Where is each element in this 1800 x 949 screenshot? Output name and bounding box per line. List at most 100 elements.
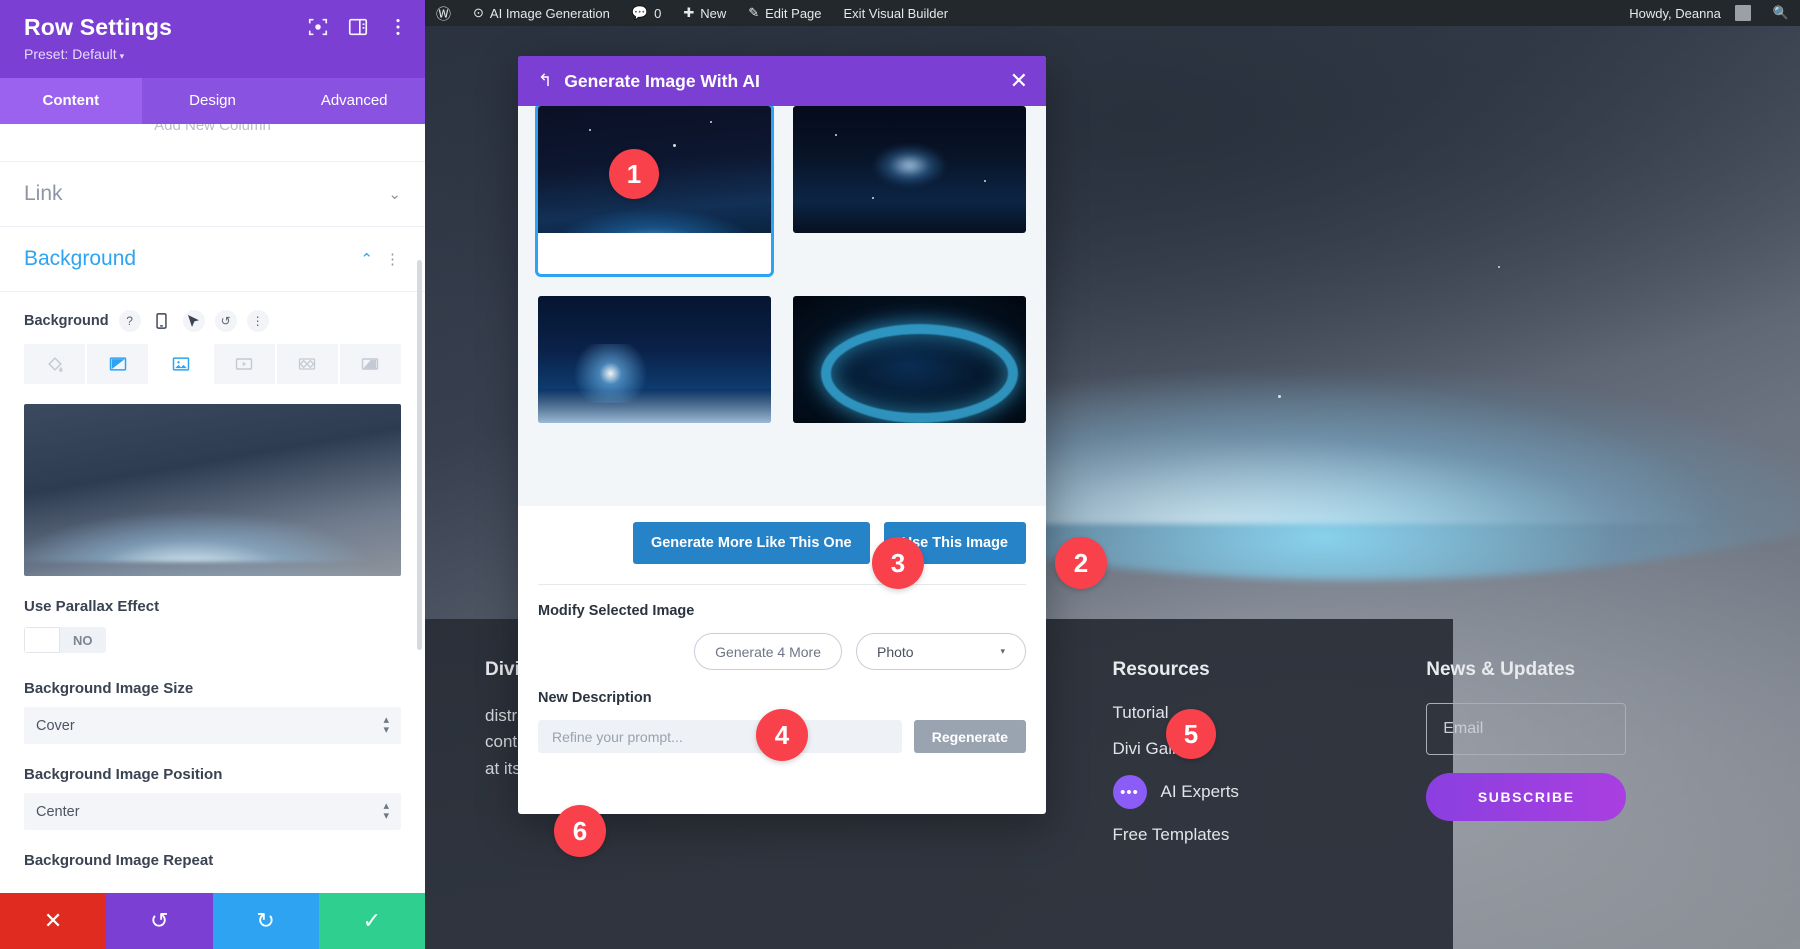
section-link-label: Link xyxy=(24,182,63,205)
background-image-preview[interactable] xyxy=(24,404,401,576)
wp-howdy-label: Howdy, Deanna xyxy=(1629,5,1721,21)
wp-new-content[interactable]: ✚ New xyxy=(672,0,737,26)
settings-footer-actions: ✕ ↺ ↻ ✓ xyxy=(0,893,425,949)
generated-image-1[interactable] xyxy=(535,106,774,277)
section-background[interactable]: Background ⌃ ⋮ xyxy=(0,227,425,292)
add-new-column-row[interactable]: Add New Column xyxy=(0,124,425,162)
wp-edit-page-label: Edit Page xyxy=(765,5,822,21)
generated-image-4[interactable] xyxy=(793,296,1026,423)
chevron-down-icon: ▾ xyxy=(119,51,125,61)
new-description-input[interactable] xyxy=(538,720,902,753)
panel-layout-icon[interactable] xyxy=(347,16,369,38)
cursor-icon[interactable] xyxy=(182,310,205,332)
footer-link-tutorial[interactable]: Tutorial xyxy=(1113,703,1427,723)
footer-resources-title: Resources xyxy=(1112,659,1210,680)
parallax-value: NO xyxy=(73,632,93,648)
settings-header-actions xyxy=(307,16,409,38)
background-type-tabs xyxy=(24,344,402,384)
wordpress-admin-bar: Ⓦ ⊙ AI Image Generation 💬 0 ✚ New ✎ Edit… xyxy=(425,0,1800,26)
footer-link-free-templates[interactable]: Free Templates xyxy=(1113,825,1427,845)
subscribe-button[interactable]: SUBSCRIBE xyxy=(1426,773,1627,821)
preset-label: Preset: Default xyxy=(24,46,117,62)
image-size-select[interactable]: Cover ▴ ▾ xyxy=(24,707,401,744)
more-dots-icon: ••• xyxy=(1112,775,1147,809)
image-thumb xyxy=(538,296,771,423)
modal-primary-actions: Generate More Like This One Use This Ima… xyxy=(518,506,1046,584)
redo-button[interactable]: ↻ xyxy=(212,893,319,949)
wp-howdy[interactable]: Howdy, Deanna xyxy=(1618,0,1762,26)
modify-controls: Generate 4 More Photo ▾ xyxy=(538,633,1026,670)
generate-4-more-button[interactable]: Generate 4 More xyxy=(694,633,842,670)
generate-image-modal: ↰ Generate Image With AI ✕ Generate More… xyxy=(518,56,1046,814)
parallax-toggle[interactable]: NO xyxy=(24,627,106,653)
modal-header: ↰ Generate Image With AI ✕ xyxy=(518,56,1046,106)
footer-link-ai-experts[interactable]: ••• AI Experts xyxy=(1112,775,1427,809)
section-link[interactable]: Link ⌄ xyxy=(0,162,425,227)
parallax-label: Use Parallax Effect xyxy=(24,598,160,615)
more-options-icon[interactable]: ⋮ xyxy=(385,250,401,268)
background-field-label: Background xyxy=(24,313,109,329)
reset-icon[interactable]: ↺ xyxy=(214,310,237,332)
generated-image-2[interactable] xyxy=(793,106,1026,233)
email-input[interactable]: Email xyxy=(1426,703,1627,755)
wp-comments[interactable]: 💬 0 xyxy=(621,0,672,26)
cancel-button[interactable]: ✕ xyxy=(0,893,107,949)
avatar xyxy=(1734,5,1751,21)
preset-selector[interactable]: Preset: Default ▾ xyxy=(24,46,405,62)
wp-search-button[interactable]: 🔍 xyxy=(1762,0,1800,26)
image-size-label: Background Image Size xyxy=(24,680,194,697)
step-badge-1: 1 xyxy=(609,149,659,199)
image-style-value: Photo xyxy=(877,643,914,660)
generated-image-3[interactable] xyxy=(538,296,771,423)
save-button[interactable]: ✓ xyxy=(318,893,425,949)
mobile-icon[interactable] xyxy=(151,310,173,332)
section-background-label: Background xyxy=(24,247,137,270)
chevron-down-icon: ⌄ xyxy=(388,186,401,203)
more-options-icon[interactable]: ⋮ xyxy=(246,310,269,332)
step-badge-2: 2 xyxy=(1055,537,1107,589)
plus-icon: ✚ xyxy=(683,5,695,20)
back-arrow-icon[interactable]: ↰ xyxy=(538,71,552,91)
image-thumb xyxy=(793,106,1026,233)
bg-type-pattern[interactable] xyxy=(276,344,338,384)
wp-account-area: Howdy, Deanna 🔍 xyxy=(1618,0,1800,26)
tab-design[interactable]: Design xyxy=(142,78,284,124)
color-fill-icon xyxy=(47,357,63,372)
help-icon[interactable]: ? xyxy=(118,310,141,332)
image-position-select[interactable]: Center ▴ ▾ xyxy=(24,793,401,830)
image-style-select[interactable]: Photo ▾ xyxy=(856,633,1026,670)
wp-site-name-label: AI Image Generation xyxy=(489,5,610,21)
toggle-knob xyxy=(24,627,60,653)
step-badge-4: 4 xyxy=(756,709,808,761)
mask-icon xyxy=(362,358,379,370)
image-results-grid xyxy=(518,106,1046,506)
bg-type-gradient[interactable] xyxy=(87,344,149,384)
tab-content[interactable]: Content xyxy=(0,78,142,124)
footer-news-title: News & Updates xyxy=(1426,659,1576,680)
close-icon[interactable]: ✕ xyxy=(1010,68,1028,94)
bg-type-color-fill[interactable] xyxy=(24,344,86,384)
settings-scrollbar[interactable] xyxy=(417,260,422,650)
wp-new-label: New xyxy=(700,5,727,21)
bg-type-image[interactable] xyxy=(150,344,212,384)
wp-edit-page[interactable]: ✎ Edit Page xyxy=(737,0,832,26)
regenerate-button[interactable]: Regenerate xyxy=(913,720,1026,753)
settings-tabs: Content Design Advanced xyxy=(0,78,425,124)
screen-root: Divi distracted by the readable content … xyxy=(0,0,1800,949)
wp-exit-visual-builder[interactable]: Exit Visual Builder xyxy=(833,0,960,26)
generate-more-like-this-button[interactable]: Generate More Like This One xyxy=(632,522,870,564)
footer-link-divi-gallery[interactable]: Divi Gallery xyxy=(1113,739,1427,759)
wp-logo-menu[interactable]: Ⓦ xyxy=(425,0,462,26)
select-arrows-icon: ▴ ▾ xyxy=(383,800,389,822)
bg-type-video[interactable] xyxy=(213,344,275,384)
video-icon xyxy=(235,358,253,370)
tab-advanced[interactable]: Advanced xyxy=(283,78,425,124)
step-badge-5: 5 xyxy=(1166,709,1216,759)
wp-site-name[interactable]: ⊙ AI Image Generation xyxy=(462,0,621,26)
bg-type-mask[interactable] xyxy=(339,344,402,384)
modal-body: Generate More Like This One Use This Ima… xyxy=(518,106,1046,814)
more-options-icon[interactable] xyxy=(387,16,409,38)
focus-target-icon[interactable] xyxy=(307,16,329,38)
add-new-column-label: Add New Column xyxy=(154,124,271,134)
undo-button[interactable]: ↺ xyxy=(106,893,213,949)
